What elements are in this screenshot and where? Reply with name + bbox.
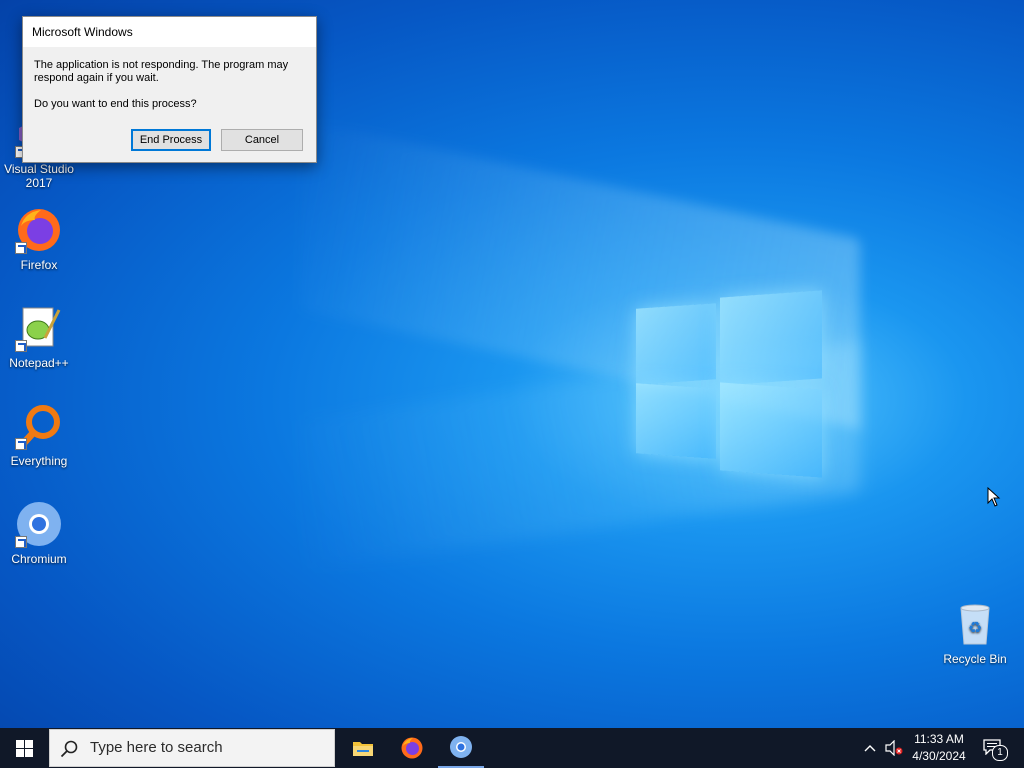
everything-icon <box>15 402 63 450</box>
clock-date: 4/30/2024 <box>912 749 966 763</box>
desktop-icon-label: Notepad++ <box>9 356 69 370</box>
desktop: Visual Studio 2017 Firefox Notepad++ Eve… <box>0 0 1024 728</box>
end-process-button[interactable]: End Process <box>131 129 211 151</box>
desktop-icon-firefox[interactable]: Firefox <box>1 206 77 272</box>
windows-start-icon <box>15 739 33 757</box>
search-icon <box>60 740 78 758</box>
volume-button[interactable] <box>882 728 906 768</box>
volume-muted-icon <box>885 740 903 756</box>
desktop-icon-label: Firefox <box>20 258 58 272</box>
action-center-button[interactable]: 1 <box>978 728 1008 768</box>
firefox-icon <box>15 206 63 254</box>
dialog-title: Microsoft Windows <box>23 17 316 47</box>
windows-logo-wallpaper <box>636 290 822 480</box>
desktop-icon-everything[interactable]: Everything <box>1 402 77 468</box>
dialog-message-text: The application is not responding. The p… <box>34 59 289 84</box>
show-hidden-icons-button[interactable] <box>860 728 880 768</box>
chromium-icon <box>15 500 63 548</box>
cancel-button[interactable]: Cancel <box>221 129 303 151</box>
clock-time: 11:33 AM <box>914 732 964 746</box>
desktop-icon-label: Everything <box>10 454 68 468</box>
taskbar: 11:33 AM 4/30/2024 1 <box>0 728 1024 768</box>
dialog-message: The application is not responding. The p… <box>23 47 316 111</box>
desktop-icon-label: Chromium <box>11 552 67 566</box>
desktop-icon-label: Recycle Bin <box>943 652 1007 666</box>
folder-icon <box>353 742 373 756</box>
notification-count-badge: 1 <box>992 745 1008 761</box>
svg-text:♻: ♻ <box>968 618 982 637</box>
recycle-bin-icon: ♻ <box>951 600 999 648</box>
chevron-up-icon <box>864 745 876 752</box>
not-responding-dialog: Microsoft Windows The application is not… <box>22 16 317 163</box>
desktop-icon-recycle-bin[interactable]: ♻ Recycle Bin <box>937 600 1013 666</box>
mouse-cursor-icon <box>987 487 1001 507</box>
taskbar-search-box[interactable] <box>49 729 335 767</box>
notification-icon: 1 <box>983 739 1008 761</box>
desktop-icon-label: Visual Studio 2017 <box>4 162 74 190</box>
firefox-icon <box>401 737 423 759</box>
desktop-icon-chromium[interactable]: Chromium <box>1 500 77 566</box>
taskbar-clock[interactable]: 11:33 AM 4/30/2024 <box>906 731 972 765</box>
taskbar-chromium[interactable] <box>438 728 484 768</box>
taskbar-file-explorer[interactable] <box>340 728 386 768</box>
chromium-icon <box>450 736 472 758</box>
taskbar-firefox[interactable] <box>389 728 435 768</box>
dialog-question-text: Do you want to end this process? <box>34 98 197 110</box>
desktop-icon-notepadpp[interactable]: Notepad++ <box>1 304 77 370</box>
notepadpp-icon <box>15 304 63 352</box>
start-button[interactable] <box>0 728 48 768</box>
search-input[interactable] <box>88 738 322 757</box>
